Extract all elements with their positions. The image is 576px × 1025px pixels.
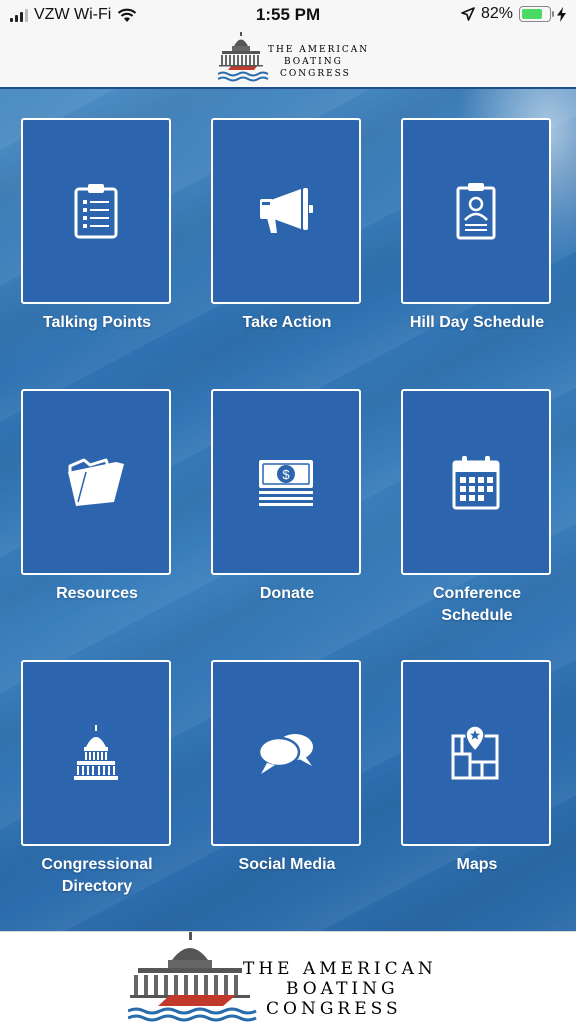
id-badge-icon: [456, 183, 496, 240]
capitol-icon: [74, 725, 118, 780]
home-menu-grid: Talking Points Take Action Hill Day Sche…: [0, 89, 576, 931]
capitol-logo-icon: [128, 932, 257, 1022]
header-logo-line2: BOATING: [284, 57, 343, 67]
tile-label-maps: Maps: [456, 856, 498, 873]
footer-logo-line1: THE AMERICAN: [243, 959, 437, 979]
footer-logo-line3: CONGRESS: [266, 999, 402, 1019]
tile-label-conference-line2: Schedule: [441, 607, 513, 624]
footer-logo-line2: BOATING: [286, 979, 399, 999]
tile-label-directory-line2: Directory: [61, 878, 133, 895]
folder-icon: [68, 458, 124, 506]
tile-label-conference-line1: Conference: [432, 585, 522, 602]
tile-congressional-directory[interactable]: [21, 660, 171, 846]
header-logo-line3: CONGRESS: [280, 69, 351, 79]
footer-banner: THE AMERICAN BOATING CONGRESS: [0, 931, 576, 1025]
tile-label-congressional-directory: Congressional Directory: [2, 854, 192, 898]
chat-bubbles-icon: [257, 734, 313, 774]
tile-label-conference-schedule: Conference Schedule: [382, 583, 572, 627]
battery-percent: 82%: [480, 5, 513, 22]
tile-label-hill-day-schedule: Hill Day Schedule: [409, 314, 545, 331]
clipboard-list-icon: [74, 184, 118, 239]
tile-label-directory-line1: Congressional: [41, 856, 153, 873]
capitol-logo-icon: [218, 32, 269, 82]
map-pin-icon: [451, 725, 499, 780]
app-logo: THE AMERICAN BOATING CONGRESS: [218, 32, 368, 82]
tile-hill-day-schedule[interactable]: [401, 118, 551, 304]
tile-label-donate: Donate: [259, 585, 315, 602]
tile-conference-schedule[interactable]: [401, 389, 551, 575]
status-bar: VZW Wi-Fi 1:55 PM 82%: [0, 0, 576, 30]
megaphone-icon: [260, 188, 313, 233]
tile-label-resources: Resources: [56, 585, 138, 602]
tile-label-talking-points: Talking Points: [42, 314, 152, 331]
tile-talking-points[interactable]: [21, 118, 171, 304]
tile-label-take-action: Take Action: [242, 314, 332, 331]
footer-logo: THE AMERICAN BOATING CONGRESS: [128, 932, 437, 1022]
tile-maps[interactable]: [401, 660, 551, 846]
tile-resources[interactable]: [21, 389, 171, 575]
calendar-icon: [452, 456, 500, 510]
location-arrow-icon: [461, 7, 475, 21]
money-icon: $: [259, 460, 313, 506]
svg-text:$: $: [282, 467, 290, 482]
status-right: 82%: [461, 5, 566, 23]
header-logo-line1: THE AMERICAN: [268, 45, 368, 55]
tile-label-social-media: Social Media: [238, 856, 336, 873]
tile-donate[interactable]: $: [211, 389, 361, 575]
charging-bolt-icon: [557, 6, 566, 22]
tile-take-action[interactable]: [211, 118, 361, 304]
battery-icon: [519, 6, 554, 22]
tile-social-media[interactable]: [211, 660, 361, 846]
app-header: THE AMERICAN BOATING CONGRESS: [0, 30, 576, 89]
